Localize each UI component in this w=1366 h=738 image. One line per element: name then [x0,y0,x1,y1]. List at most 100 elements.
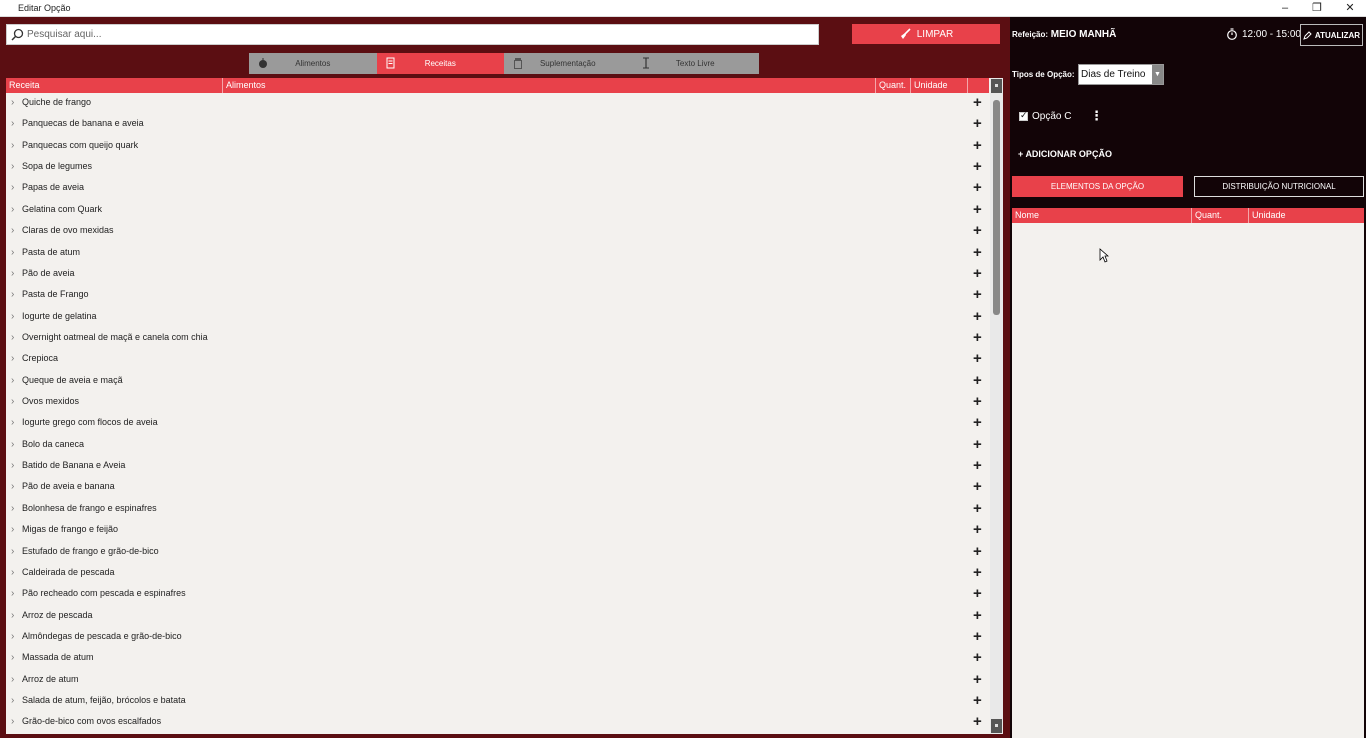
search-box[interactable] [6,24,819,45]
table-row[interactable]: › Pão de aveia e banana + [6,477,989,498]
table-row[interactable]: › Ovos mexidos + [6,392,989,413]
chevron-right-icon[interactable]: › [11,396,14,407]
add-icon[interactable]: + [973,329,982,346]
close-button[interactable]: ✕ [1334,0,1366,17]
option-item[interactable]: Opção C [1019,110,1071,122]
chevron-right-icon[interactable]: › [11,353,14,364]
table-row[interactable]: › Massada de atum + [6,648,989,669]
scroll-down-button[interactable] [991,719,1002,733]
option-checkbox[interactable] [1019,110,1028,121]
add-icon[interactable]: + [973,94,982,111]
vertical-scrollbar[interactable] [990,78,1003,734]
table-row[interactable]: › Crepioca + [6,349,989,370]
chevron-right-icon[interactable]: › [11,439,14,450]
add-icon[interactable]: + [973,286,982,303]
table-row[interactable]: › Iogurte de gelatina + [6,307,989,328]
chevron-right-icon[interactable]: › [11,182,14,193]
table-row[interactable]: › Panquecas com queijo quark + [6,136,989,157]
add-icon[interactable]: + [973,628,982,645]
add-icon[interactable]: + [973,414,982,431]
chevron-right-icon[interactable]: › [11,524,14,535]
table-row[interactable]: › Arroz de pescada + [6,606,989,627]
scroll-thumb[interactable] [993,100,1000,315]
table-row[interactable]: › Estufado de frango e grão-de-bico + [6,542,989,563]
add-icon[interactable]: + [973,585,982,602]
add-icon[interactable]: + [973,372,982,389]
column-header-quant[interactable]: Quant. [1192,208,1249,223]
tab-alimentos[interactable]: Alimentos [249,53,377,74]
table-row[interactable]: › Papas de aveia + [6,178,989,199]
table-row[interactable]: › Bolonhesa de frango e espinafres + [6,499,989,520]
table-row[interactable]: › Gelatina com Quark + [6,200,989,221]
chevron-down-icon[interactable]: ▼ [1152,65,1163,84]
chevron-right-icon[interactable]: › [11,631,14,642]
add-icon[interactable]: + [973,222,982,239]
chevron-right-icon[interactable]: › [11,97,14,108]
table-row[interactable]: › Grão-de-bico com ovos escalfados + [6,712,989,733]
table-row[interactable]: › Bolo da caneca + [6,435,989,456]
chevron-right-icon[interactable]: › [11,311,14,322]
add-icon[interactable]: + [973,671,982,688]
table-row[interactable]: › Almôndegas de pescada e grão-de-bico + [6,627,989,648]
column-header-alimentos[interactable]: Alimentos [223,78,876,93]
add-icon[interactable]: + [973,393,982,410]
table-row[interactable]: › Panquecas de banana e aveia + [6,114,989,135]
chevron-right-icon[interactable]: › [11,588,14,599]
add-icon[interactable]: + [973,115,982,132]
add-icon[interactable]: + [973,649,982,666]
chevron-right-icon[interactable]: › [11,546,14,557]
column-header-unidade[interactable]: Unidade [1249,208,1364,223]
add-option-button[interactable]: + ADICIONAR OPÇÃO [1018,149,1112,159]
column-header-receita[interactable]: Receita [6,78,223,93]
table-row[interactable]: › Salada de atum, feijão, brócolos e bata… [6,691,989,712]
chevron-right-icon[interactable]: › [11,247,14,258]
add-icon[interactable]: + [973,500,982,517]
tab-suplementacao[interactable]: Suplementação [504,53,632,74]
chevron-right-icon[interactable]: › [11,375,14,386]
table-row[interactable]: › Overnight oatmeal de maçã e canela com … [6,328,989,349]
table-row[interactable]: › Arroz de atum + [6,670,989,691]
add-icon[interactable]: + [973,478,982,495]
add-icon[interactable]: + [973,713,982,730]
chevron-right-icon[interactable]: › [11,610,14,621]
table-row[interactable]: › Pão de aveia + [6,264,989,285]
table-row[interactable]: › Quiche de frango + [6,93,989,114]
chevron-right-icon[interactable]: › [11,695,14,706]
restore-button[interactable]: ❐ [1301,0,1333,17]
add-icon[interactable]: + [973,521,982,538]
column-header-unidade[interactable]: Unidade [911,78,968,93]
chevron-right-icon[interactable]: › [11,332,14,343]
tab-distribuicao-nutricional[interactable]: DISTRIBUIÇÃO NUTRICIONAL [1194,176,1364,197]
chevron-right-icon[interactable]: › [11,503,14,514]
tab-receitas[interactable]: Receitas [376,53,504,74]
add-icon[interactable]: + [973,158,982,175]
chevron-right-icon[interactable]: › [11,716,14,727]
table-row[interactable]: › Pasta de Frango + [6,285,989,306]
table-row[interactable]: › Migas de frango e feijão + [6,520,989,541]
table-row[interactable]: › Pão recheado com pescada e espinafres + [6,584,989,605]
add-icon[interactable]: + [973,436,982,453]
table-row[interactable]: › Queque de aveia e maçã + [6,371,989,392]
chevron-right-icon[interactable]: › [11,140,14,151]
chevron-right-icon[interactable]: › [11,161,14,172]
table-row[interactable]: › Caldeirada de pescada + [6,563,989,584]
column-header-nome[interactable]: Nome [1012,208,1192,223]
table-row[interactable]: › Pasta de atum + [6,243,989,264]
add-icon[interactable]: + [973,265,982,282]
more-options-icon[interactable]: ⋮ [1090,108,1103,124]
add-icon[interactable]: + [973,244,982,261]
option-type-select[interactable]: Dias de Treino ▼ [1078,64,1164,85]
table-row[interactable]: › Iogurte grego com flocos de aveia + [6,413,989,434]
chevron-right-icon[interactable]: › [11,460,14,471]
table-row[interactable]: › Claras de ovo mexidas + [6,221,989,242]
atualizar-button[interactable]: ATUALIZAR [1300,24,1363,46]
add-icon[interactable]: + [973,564,982,581]
chevron-right-icon[interactable]: › [11,652,14,663]
tab-elementos-opcao[interactable]: ELEMENTOS DA OPÇÃO [1012,176,1183,197]
chevron-right-icon[interactable]: › [11,417,14,428]
column-header-quant[interactable]: Quant. [876,78,911,93]
minimize-button[interactable]: – [1269,0,1301,17]
add-icon[interactable]: + [973,457,982,474]
add-icon[interactable]: + [973,201,982,218]
add-icon[interactable]: + [973,350,982,367]
